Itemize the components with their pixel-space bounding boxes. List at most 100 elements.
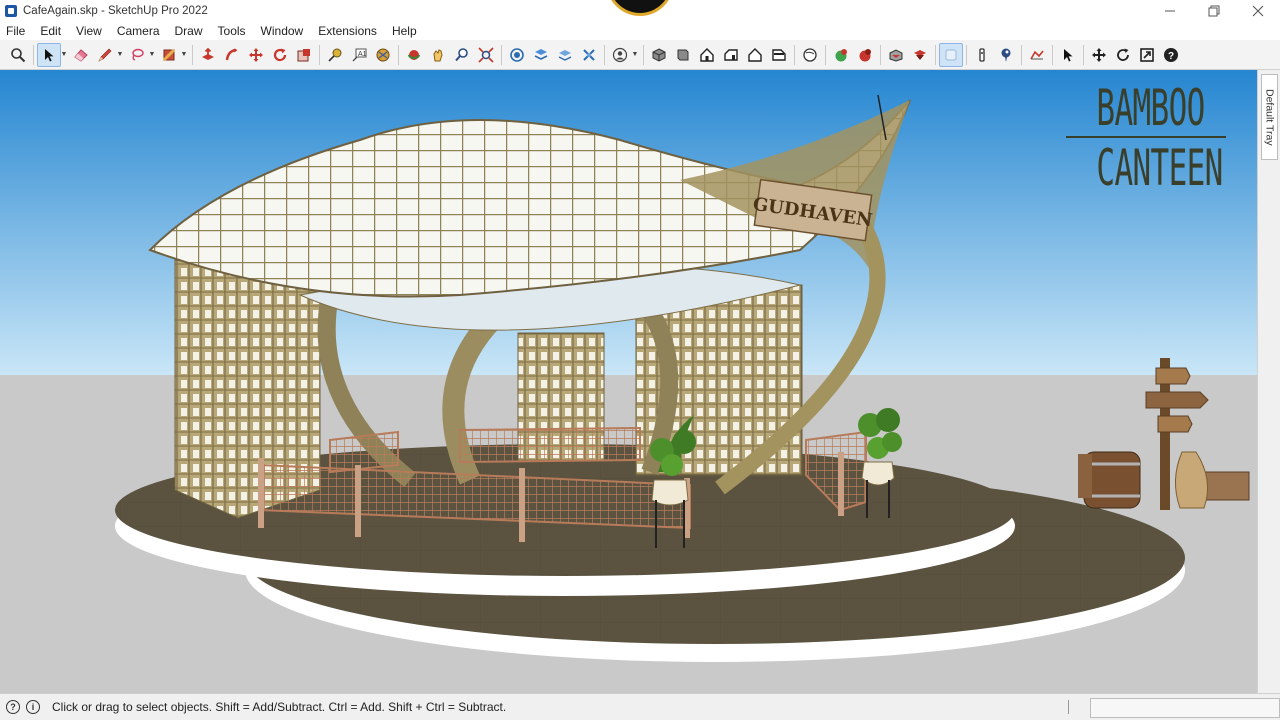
toolbar-separator: [825, 44, 826, 65]
rotate-icon: [273, 48, 287, 61]
menu-extensions[interactable]: Extensions: [318, 24, 377, 38]
back-view-button[interactable]: [743, 43, 767, 67]
menu-camera[interactable]: Camera: [117, 24, 160, 38]
tape-measure-tool-button[interactable]: [323, 43, 347, 67]
export-icon: [1140, 47, 1154, 62]
close-button[interactable]: [1236, 0, 1280, 21]
position-camera-button[interactable]: [970, 43, 994, 67]
back-fence[interactable]: [459, 426, 641, 464]
xray-button[interactable]: [829, 43, 853, 67]
3d-warehouse-button[interactable]: [505, 43, 529, 67]
menu-view[interactable]: View: [76, 24, 102, 38]
solid-subtract-button[interactable]: [908, 43, 932, 67]
menu-tools[interactable]: Tools: [218, 24, 246, 38]
toolbar-separator: [501, 44, 502, 65]
paint-bucket-tool-button[interactable]: [157, 43, 181, 67]
3d-warehouse-icon: [510, 47, 524, 62]
default-tray-panel: Default Tray: [1257, 70, 1280, 693]
top-view-button[interactable]: [671, 43, 695, 67]
zoom-window-tool-button[interactable]: [450, 43, 474, 67]
toolbar-separator: [1052, 44, 1053, 65]
export-button[interactable]: [1135, 43, 1159, 67]
zoom-extents-tool-button[interactable]: [474, 43, 498, 67]
crate-left[interactable]: [1078, 454, 1092, 498]
iso-view-button[interactable]: [647, 43, 671, 67]
status-bar: ? i Click or drag to select objects. Shi…: [0, 693, 1280, 720]
orbit-tool-button[interactable]: [402, 43, 426, 67]
sandbox-button[interactable]: [1025, 43, 1049, 67]
front-view-button[interactable]: [695, 43, 719, 67]
layout-icon: [558, 49, 572, 61]
scale-tool-button[interactable]: [292, 43, 316, 67]
extension-warehouse-icon: [534, 48, 548, 60]
menu-help[interactable]: Help: [392, 24, 417, 38]
line-dropdown-icon[interactable]: ▼: [117, 43, 124, 67]
profile-button[interactable]: [608, 43, 632, 67]
move-cross-button[interactable]: [1087, 43, 1111, 67]
layout-button[interactable]: [553, 43, 577, 67]
pointer-button[interactable]: [1056, 43, 1080, 67]
text-icon: A1: [352, 48, 367, 61]
solid-union-button[interactable]: [884, 43, 908, 67]
iso-view-icon: [652, 47, 666, 62]
help-button[interactable]: ?: [1159, 43, 1183, 67]
left-fence[interactable]: [329, 430, 399, 474]
tape-measure-icon: [328, 48, 342, 62]
lasso-tool-button[interactable]: [125, 43, 149, 67]
shape-dropdown-icon[interactable]: ▼: [149, 43, 156, 67]
pencil-line-tool-button[interactable]: [93, 43, 117, 67]
pointer-icon: [1064, 48, 1073, 61]
sandbox-icon: [1030, 50, 1044, 59]
look-around-button[interactable]: [994, 43, 1018, 67]
eraser-tool-button[interactable]: [69, 43, 93, 67]
svg-text:A1: A1: [358, 51, 367, 58]
wooden-barrel[interactable]: [1083, 451, 1141, 509]
text-tool-button[interactable]: A1: [347, 43, 371, 67]
orbit-icon: [408, 49, 420, 60]
right-view-button[interactable]: [719, 43, 743, 67]
toolbar-separator: [192, 44, 193, 65]
minimize-button[interactable]: [1148, 0, 1192, 21]
left-view-button[interactable]: [767, 43, 791, 67]
paint-dropdown-icon[interactable]: ▼: [181, 43, 188, 67]
refresh-icon: [1117, 48, 1129, 61]
menu-edit[interactable]: Edit: [40, 24, 61, 38]
geo-location-icon[interactable]: ?: [6, 700, 20, 714]
styles-button[interactable]: [577, 43, 601, 67]
display-mode-button[interactable]: [939, 42, 963, 67]
title-line-1: BAMBOO: [1096, 79, 1205, 137]
menu-window[interactable]: Window: [261, 24, 304, 38]
status-divider: [1068, 700, 1069, 714]
hidden-line-button[interactable]: [853, 43, 877, 67]
zoom-tool-button[interactable]: [6, 43, 30, 67]
extension-warehouse-button[interactable]: [529, 43, 553, 67]
position-camera-icon: [979, 47, 985, 62]
profile-dropdown-icon[interactable]: ▼: [632, 43, 639, 67]
follow-me-icon: [225, 48, 238, 60]
model-viewport[interactable]: GUDHAVEN BAMBOO CANTEEN: [0, 70, 1257, 693]
move-tool-button[interactable]: [244, 43, 268, 67]
window-title: CafeAgain.skp - SketchUp Pro 2022: [23, 4, 208, 17]
shaded-sphere-button[interactable]: [798, 43, 822, 67]
default-tray-tab[interactable]: Default Tray: [1261, 74, 1278, 160]
zoom-extents-icon: [478, 46, 494, 63]
toolbar-separator: [643, 44, 644, 65]
measurements-box[interactable]: [1090, 698, 1280, 718]
follow-me-tool-button[interactable]: [220, 43, 244, 67]
toolbar-separator: [794, 44, 795, 65]
refresh-button[interactable]: [1111, 43, 1135, 67]
paint-bucket-icon: [162, 48, 176, 61]
crate-right[interactable]: [1204, 471, 1250, 501]
push-pull-tool-button[interactable]: [196, 43, 220, 67]
select-tool-button[interactable]: [37, 42, 61, 67]
restore-button[interactable]: [1192, 0, 1236, 21]
pan-tool-button[interactable]: [426, 43, 450, 67]
menu-draw[interactable]: Draw: [175, 24, 203, 38]
menu-file[interactable]: File: [6, 24, 25, 38]
top-view-icon: [677, 49, 689, 60]
info-icon[interactable]: i: [26, 700, 40, 714]
section-plane-tool-button[interactable]: [371, 43, 395, 67]
rotate-tool-button[interactable]: [268, 43, 292, 67]
select-dropdown-icon[interactable]: ▼: [61, 43, 68, 67]
back-view-icon: [748, 47, 762, 62]
